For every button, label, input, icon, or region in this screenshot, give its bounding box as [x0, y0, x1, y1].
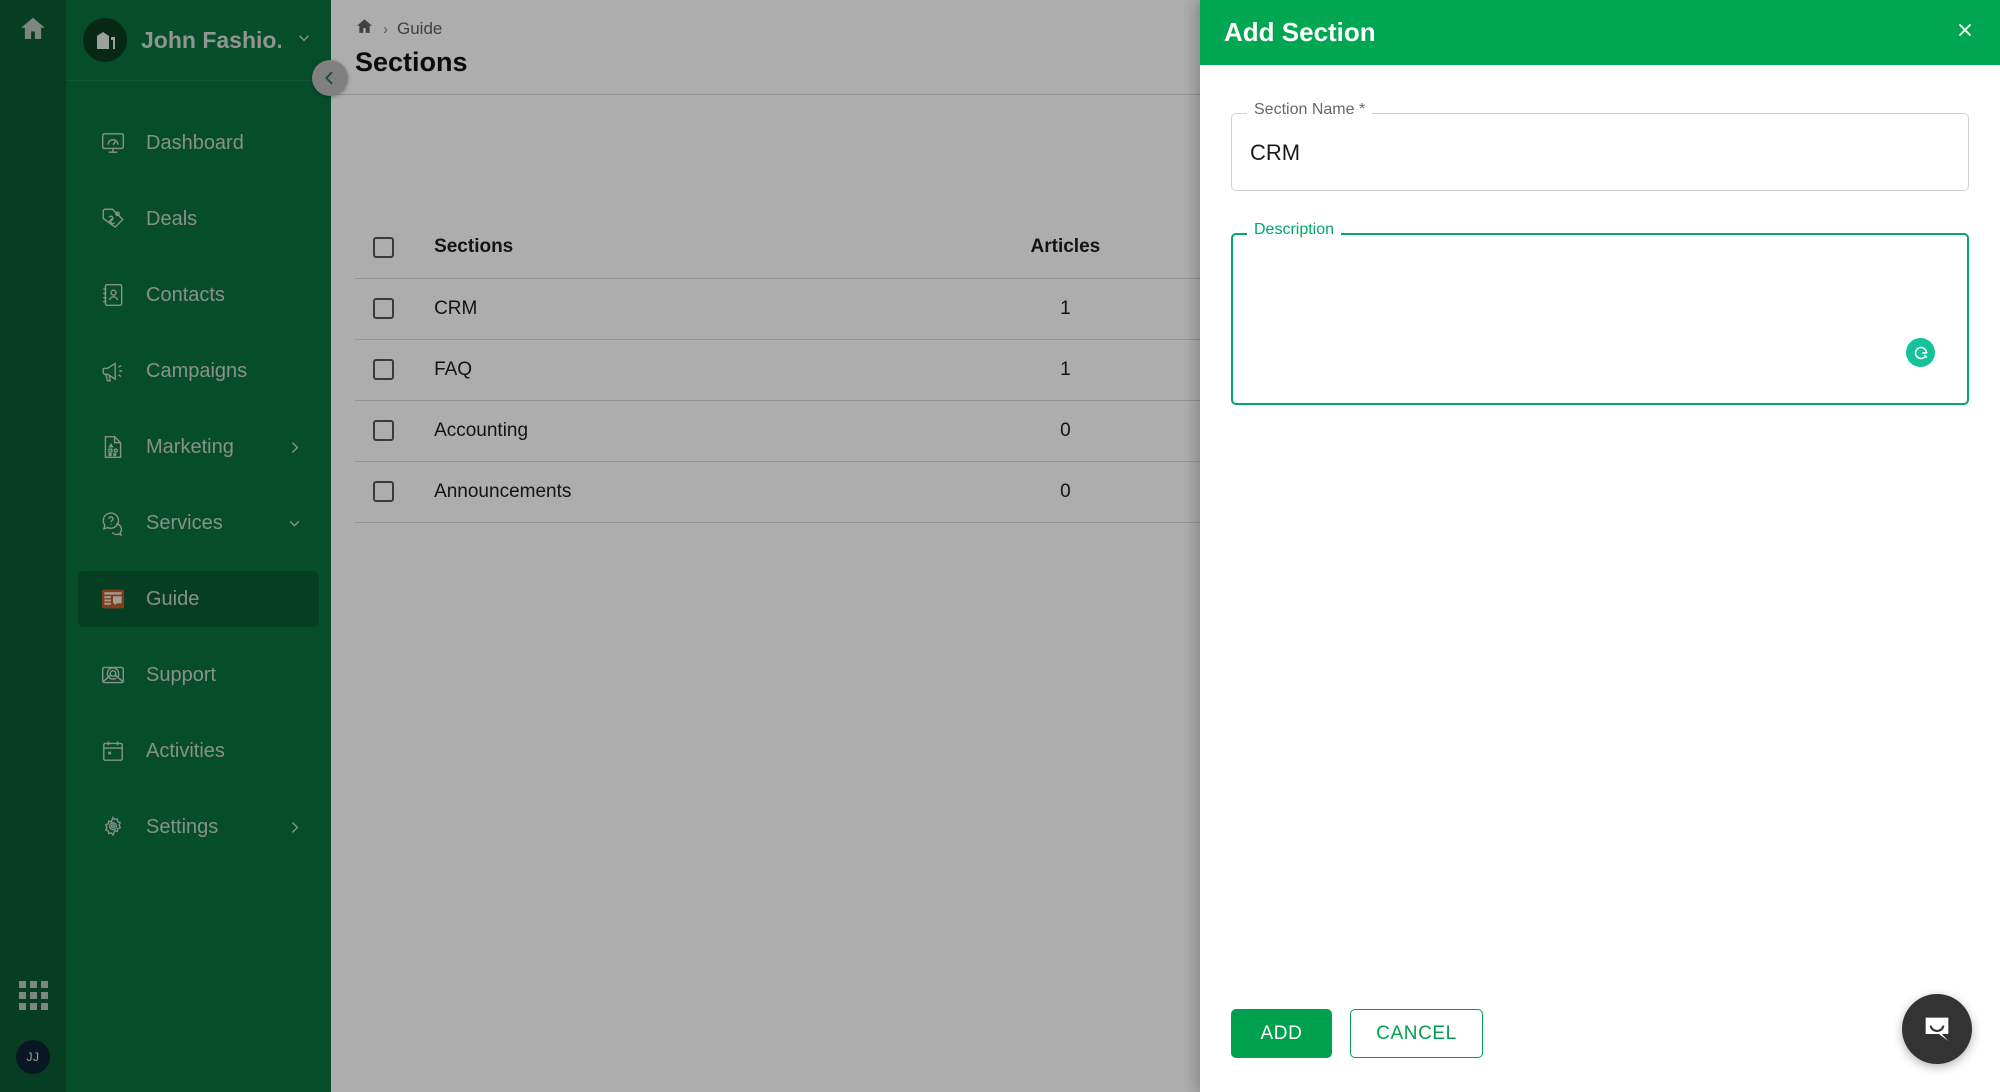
app-root: JJ John Fashio... Dashboard Deals Contac…: [0, 0, 2000, 1092]
description-outline: [1231, 233, 1969, 405]
section-name-input[interactable]: CRM: [1232, 114, 1968, 190]
description-input[interactable]: [1233, 235, 1967, 285]
section-name-label: Section Name *: [1247, 102, 1373, 118]
add-section-panel: Add Section CRM Section Name * Descripti…: [1200, 0, 2000, 1092]
panel-header: Add Section: [1200, 0, 2000, 65]
panel-footer: ADD CANCEL: [1200, 1009, 2000, 1092]
panel-body: CRM Section Name * Description: [1200, 65, 2000, 1009]
chat-bubble-icon: [1925, 1017, 1949, 1042]
panel-title: Add Section: [1224, 17, 1376, 47]
chat-launcher-button[interactable]: [1902, 994, 1972, 1064]
close-icon[interactable]: [1954, 19, 1976, 46]
section-name-outline: CRM: [1231, 113, 1969, 191]
grammarly-icon[interactable]: [1906, 338, 1935, 367]
description-label: Description: [1247, 222, 1342, 238]
description-field[interactable]: Description: [1231, 222, 1969, 405]
add-button[interactable]: ADD: [1231, 1009, 1332, 1058]
cancel-button[interactable]: CANCEL: [1350, 1009, 1483, 1058]
section-name-field[interactable]: CRM Section Name *: [1231, 102, 1969, 191]
